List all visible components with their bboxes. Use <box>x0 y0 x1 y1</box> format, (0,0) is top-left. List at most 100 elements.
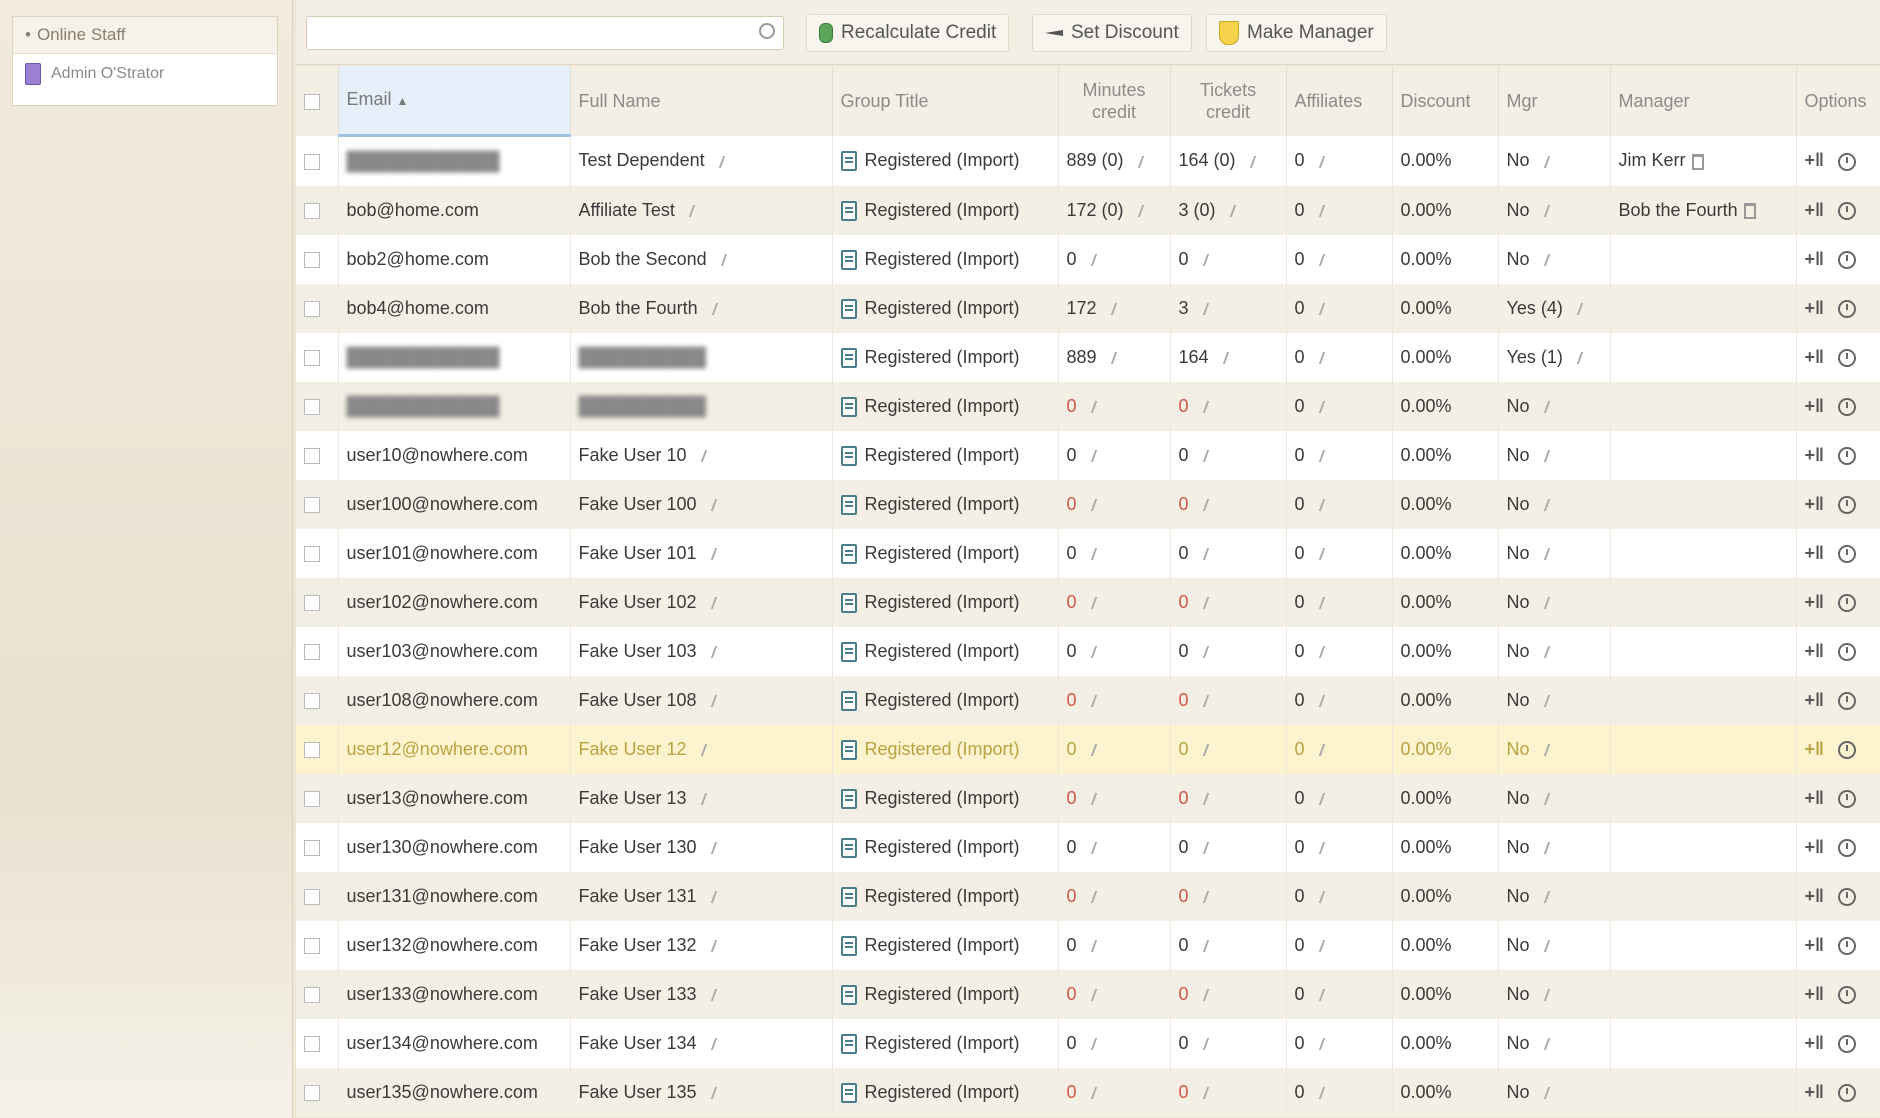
row-checkbox[interactable] <box>304 1085 320 1102</box>
add-dependent-icon[interactable]: +‖ <box>1805 837 1824 858</box>
row-select-cell[interactable] <box>296 135 339 186</box>
manager-cell[interactable] <box>1610 1068 1797 1117</box>
history-icon[interactable] <box>1837 447 1856 466</box>
tickets-credit-cell[interactable]: 0 <box>1170 578 1287 627</box>
add-dependent-icon[interactable]: +‖ <box>1805 690 1824 711</box>
manager-cell[interactable] <box>1610 529 1797 578</box>
email-cell[interactable]: user135@nowhere.com <box>338 1068 571 1117</box>
history-icon[interactable] <box>1837 300 1856 319</box>
add-dependent-icon[interactable]: +‖ <box>1805 494 1824 515</box>
edit-icon[interactable] <box>700 891 717 904</box>
add-dependent-icon[interactable]: +‖ <box>1805 886 1824 907</box>
online-staff-header[interactable]: • Online Staff <box>13 17 277 54</box>
minutes-credit-cell[interactable]: 0 <box>1058 578 1171 627</box>
edit-icon[interactable] <box>1080 597 1097 610</box>
tickets-credit-cell[interactable]: 0 <box>1170 872 1287 921</box>
email-cell[interactable]: user102@nowhere.com <box>338 578 571 627</box>
mgr-cell[interactable]: No <box>1498 627 1611 676</box>
affiliates-cell[interactable]: 0 <box>1286 186 1393 235</box>
minutes-credit-cell[interactable]: 0 <box>1058 970 1171 1019</box>
edit-icon[interactable] <box>1308 254 1325 267</box>
edit-icon[interactable] <box>1308 1087 1325 1100</box>
row-select-cell[interactable] <box>296 970 339 1019</box>
edit-icon[interactable] <box>678 205 696 218</box>
email-cell[interactable]: user101@nowhere.com <box>338 529 571 578</box>
edit-icon[interactable] <box>1533 597 1550 610</box>
minutes-credit-cell[interactable]: 0 <box>1058 627 1171 676</box>
edit-icon[interactable] <box>1533 989 1550 1002</box>
minutes-credit-cell[interactable]: 0 <box>1058 1019 1171 1068</box>
group-title-cell[interactable]: Registered (Import) <box>832 431 1059 480</box>
affiliates-cell[interactable]: 0 <box>1286 970 1393 1019</box>
mgr-cell[interactable]: No <box>1498 823 1611 872</box>
search-input[interactable] <box>307 17 743 47</box>
manager-cell[interactable] <box>1610 480 1797 529</box>
tickets-credit-cell[interactable]: 0 <box>1170 627 1287 676</box>
column-header-email[interactable]: Email ▲ <box>338 66 571 137</box>
edit-icon[interactable] <box>1192 1038 1209 1051</box>
full-name-cell[interactable]: Fake User 108 <box>570 676 833 725</box>
affiliates-cell[interactable]: 0 <box>1286 284 1393 333</box>
email-cell[interactable]: user13@nowhere.com <box>338 774 571 823</box>
edit-icon[interactable] <box>1308 401 1325 414</box>
add-dependent-icon[interactable]: +‖ <box>1805 935 1824 956</box>
mgr-cell[interactable]: No <box>1498 676 1611 725</box>
row-select-cell[interactable] <box>296 284 339 333</box>
group-title-cell[interactable]: Registered (Import) <box>832 186 1059 235</box>
row-select-cell[interactable] <box>296 480 339 529</box>
edit-icon[interactable] <box>1192 450 1209 463</box>
edit-icon[interactable] <box>1308 205 1325 218</box>
column-header-group-title[interactable]: Group Title <box>832 66 1059 136</box>
edit-icon[interactable] <box>1533 695 1550 708</box>
email-cell[interactable]: ████████████ <box>338 135 571 186</box>
table-row[interactable]: user134@nowhere.com Fake User 134 Register… <box>296 1019 1880 1068</box>
edit-icon[interactable] <box>1080 254 1097 267</box>
edit-icon[interactable] <box>1308 155 1325 168</box>
table-row[interactable]: user102@nowhere.com Fake User 102 Register… <box>296 578 1880 627</box>
row-checkbox[interactable] <box>304 693 320 710</box>
affiliates-cell[interactable]: 0 <box>1286 1068 1393 1117</box>
row-select-cell[interactable] <box>296 431 339 480</box>
edit-icon[interactable] <box>1080 695 1097 708</box>
edit-icon[interactable] <box>1308 548 1325 561</box>
row-select-cell[interactable] <box>296 774 339 823</box>
manager-cell[interactable] <box>1610 284 1797 333</box>
full-name-cell[interactable]: ██████████ <box>570 382 833 431</box>
add-dependent-icon[interactable]: +‖ <box>1805 1033 1824 1054</box>
tickets-credit-cell[interactable]: 0 <box>1170 921 1287 970</box>
tickets-credit-cell[interactable]: 0 <box>1170 529 1287 578</box>
edit-icon[interactable] <box>1533 891 1550 904</box>
edit-icon[interactable] <box>1308 695 1325 708</box>
row-select-cell[interactable] <box>296 333 339 382</box>
edit-icon[interactable] <box>1192 548 1209 561</box>
row-select-cell[interactable] <box>296 186 339 235</box>
tickets-credit-cell[interactable]: 0 <box>1170 774 1287 823</box>
full-name-cell[interactable]: Fake User 132 <box>570 921 833 970</box>
edit-icon[interactable] <box>1192 646 1209 659</box>
edit-icon[interactable] <box>1533 254 1550 267</box>
column-header-full-name[interactable]: Full Name <box>570 66 833 136</box>
affiliates-cell[interactable]: 0 <box>1286 529 1393 578</box>
row-checkbox[interactable] <box>304 938 320 955</box>
add-dependent-icon[interactable]: +‖ <box>1805 347 1824 368</box>
edit-icon[interactable] <box>1080 401 1097 414</box>
edit-icon[interactable] <box>1533 548 1550 561</box>
history-icon[interactable] <box>1837 643 1856 662</box>
add-dependent-icon[interactable]: +‖ <box>1805 641 1824 662</box>
history-icon[interactable] <box>1837 1084 1856 1103</box>
edit-icon[interactable] <box>1212 352 1229 365</box>
recalculate-credit-button[interactable]: Recalculate Credit <box>806 14 1010 52</box>
minutes-credit-cell[interactable]: 0 <box>1058 725 1171 774</box>
mgr-cell[interactable]: No <box>1498 480 1611 529</box>
minutes-credit-cell[interactable]: 889 (0) <box>1058 135 1171 186</box>
edit-icon[interactable] <box>1308 940 1325 953</box>
mgr-cell[interactable]: Yes (4) <box>1498 284 1611 333</box>
affiliates-cell[interactable]: 0 <box>1286 1019 1393 1068</box>
tickets-credit-cell[interactable]: 0 <box>1170 480 1287 529</box>
edit-icon[interactable] <box>1533 450 1550 463</box>
minutes-credit-cell[interactable]: 0 <box>1058 872 1171 921</box>
manager-cell[interactable]: Bob the Fourth <box>1610 186 1797 235</box>
column-header-manager[interactable]: Manager <box>1610 66 1797 136</box>
row-select-cell[interactable] <box>296 529 339 578</box>
group-title-cell[interactable]: Registered (Import) <box>832 333 1059 382</box>
